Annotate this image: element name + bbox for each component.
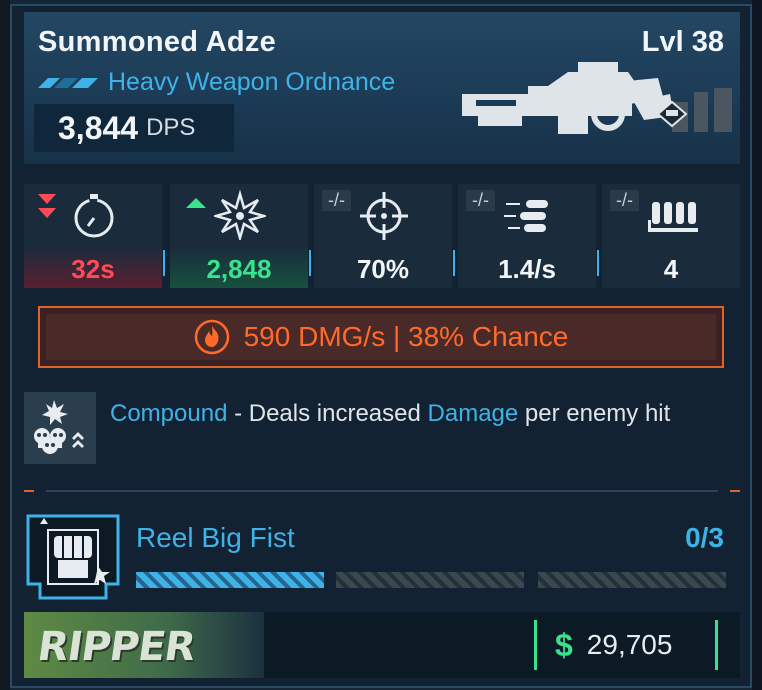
card-edge-left (0, 0, 10, 690)
price-box: $ 29,705 (534, 620, 718, 670)
stat-accuracy-delta: -/- (322, 190, 351, 211)
item-footer: RIPPER $ 29,705 (24, 612, 740, 678)
fire-icon (194, 319, 229, 355)
stat-fire-rate: -/- 1.4/s (458, 184, 599, 288)
stat-damage-value: 2,848 (206, 254, 272, 284)
stat-divider (309, 250, 311, 276)
manufacturer-logo: RIPPER (24, 612, 264, 678)
perk-keyword: Damage (427, 400, 519, 427)
stat-accuracy-value: 70% (356, 254, 410, 284)
rarity-chevrons-icon (38, 77, 98, 88)
element-effect-text: 590 DMG/s | 38% Chance (243, 321, 569, 352)
item-header: Summoned Adze Lvl 38 Heavy Weapon Ordnan… (24, 12, 740, 164)
stat-magazine-value: 4 (663, 254, 679, 284)
fire-rate-icon (504, 200, 548, 232)
anointment-progress: 0/3 (685, 522, 724, 553)
perk-text-part: - Deals increased (227, 400, 428, 427)
stats-row: 32s 2,848 -/- 70% -/- 1.4/s -/- 4 (24, 184, 740, 288)
stat-damage: 2,848 (170, 184, 311, 288)
stat-divider (597, 250, 599, 276)
dps-value: 3,844 (58, 109, 139, 146)
element-effect-bar: 590 DMG/s | 38% Chance (38, 306, 724, 368)
fist-icon (26, 514, 120, 600)
dps-label: DPS (146, 114, 196, 141)
currency-icon: $ (555, 626, 573, 663)
dps-panel: 3,844 DPS (34, 104, 234, 152)
stat-divider (453, 250, 455, 276)
weapon-silhouette-icon (462, 62, 732, 134)
ammo-icon (648, 202, 698, 232)
item-price: 29,705 (586, 629, 673, 660)
separator-tick-right (730, 490, 740, 492)
perk-text-tail: per enemy hit (518, 400, 671, 427)
section-separator (24, 490, 740, 492)
perk-description: Compound - Deals increased Damage per en… (110, 398, 730, 430)
stat-decrease-arrows-icon (38, 194, 56, 218)
item-type-row: Heavy Weapon Ordnance (38, 68, 395, 97)
stat-divider (163, 250, 165, 276)
stat-cooldown-value: 32s (71, 254, 115, 284)
stat-cooldown: 32s (24, 184, 165, 288)
stat-increase-arrow-icon (186, 198, 206, 208)
stat-fire-rate-delta: -/- (466, 190, 495, 211)
weapon-perk: Compound - Deals increased Damage per en… (24, 392, 740, 466)
crosshair-icon (360, 192, 408, 240)
separator-tick-left (24, 490, 34, 492)
progress-segment-2 (336, 572, 524, 588)
anointment: Reel Big Fist 0/3 (24, 512, 740, 604)
stat-fire-rate-value: 1.4/s (498, 254, 556, 284)
element-effect-inner: 590 DMG/s | 38% Chance (46, 314, 716, 360)
anointment-name: Reel Big Fist (136, 522, 295, 553)
item-type: Heavy Weapon Ordnance (108, 68, 396, 96)
progress-segment-3 (538, 572, 726, 588)
damage-burst-icon (214, 190, 266, 240)
card-edge-right (752, 0, 762, 690)
manufacturer-name: RIPPER (34, 624, 198, 670)
weapon-card: Summoned Adze Lvl 38 Heavy Weapon Ordnan… (0, 0, 762, 690)
stat-magazine-delta: -/- (610, 190, 639, 211)
separator-line (46, 490, 718, 492)
item-name: Summoned Adze (38, 26, 277, 58)
stat-magazine: -/- 4 (602, 184, 740, 288)
perk-name: Compound (110, 400, 228, 427)
stat-accuracy: -/- 70% (314, 184, 455, 288)
progress-segment-1 (136, 572, 324, 588)
stopwatch-icon (74, 194, 114, 238)
skulls-icon (24, 392, 96, 464)
